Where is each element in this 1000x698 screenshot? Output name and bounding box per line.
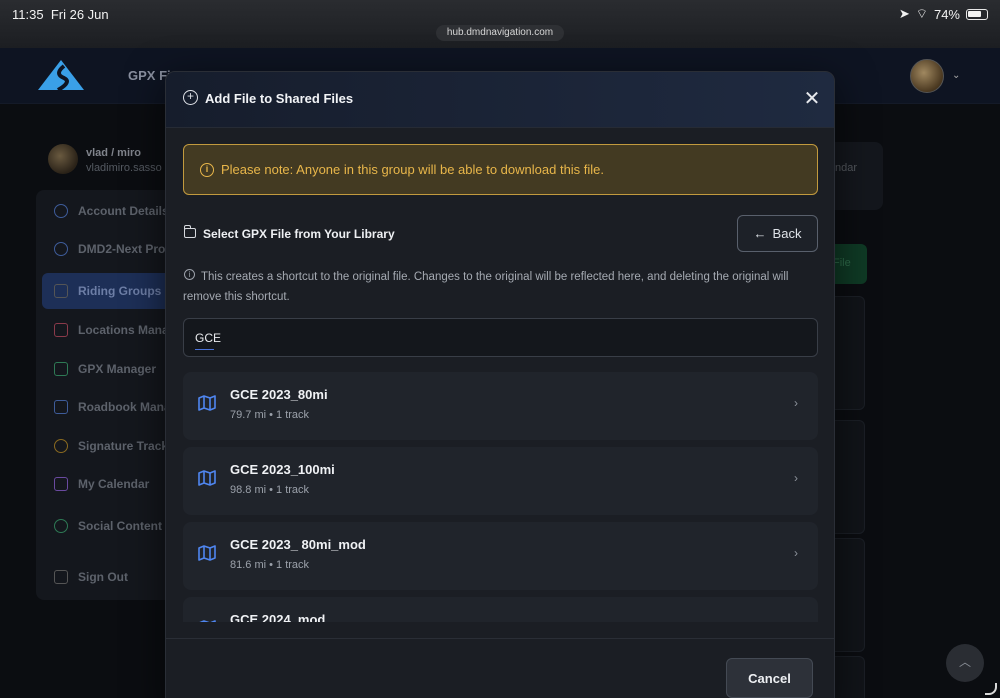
bg-panel bbox=[835, 538, 865, 652]
bg-panel bbox=[835, 296, 865, 410]
wifi-icon: ⌔ bbox=[915, 6, 928, 21]
battery-level: 74% bbox=[933, 6, 960, 22]
sidebar-item-account-details[interactable]: Account Details bbox=[42, 193, 176, 229]
spellcheck-underline bbox=[195, 349, 214, 350]
calendar-icon bbox=[54, 477, 68, 491]
map-icon bbox=[198, 470, 216, 486]
sidebar-item-calendar[interactable]: My Calendar bbox=[42, 466, 176, 502]
user-email: vladimiro.sasso bbox=[86, 162, 162, 174]
medal-icon bbox=[54, 439, 68, 453]
sidebar-item-social-content[interactable]: Social Content bbox=[42, 508, 176, 544]
info-circle-icon: i bbox=[200, 163, 214, 177]
add-file-button-bg: File bbox=[833, 244, 867, 284]
section-title: Select GPX File from Your Library bbox=[203, 227, 395, 241]
chevron-right-icon: › bbox=[794, 621, 798, 622]
avatar[interactable] bbox=[910, 59, 944, 93]
chevron-down-icon[interactable]: ⌄ bbox=[952, 70, 960, 81]
file-name: GCE 2023_ 80mi_mod bbox=[230, 537, 366, 552]
file-meta: 81.6 mi • 1 track bbox=[230, 559, 310, 571]
sidebar-item-roadbook[interactable]: Roadbook Mana bbox=[42, 389, 176, 425]
calendar-card bbox=[835, 142, 883, 210]
status-time: 11:35 Fri 26 Jun bbox=[12, 7, 109, 22]
modal-title: Add File to Shared Files bbox=[205, 91, 354, 106]
folder-icon bbox=[183, 225, 196, 238]
sidebar-item-sign-out[interactable]: Sign Out bbox=[42, 559, 176, 595]
file-list[interactable]: GCE 2023_80mi 79.7 mi • 1 track › GCE 20… bbox=[183, 372, 818, 622]
route-icon bbox=[54, 362, 68, 376]
sidebar-item-locations[interactable]: Locations Manag bbox=[42, 312, 176, 348]
book-icon bbox=[54, 400, 68, 414]
bg-panel bbox=[835, 656, 865, 698]
file-name: GCE 2024_mod bbox=[230, 612, 326, 622]
plus-circle-icon: + bbox=[183, 90, 198, 105]
close-icon[interactable]: ✕ bbox=[800, 88, 824, 112]
sidebar: Account Details DMD2-Next Prof Riding Gr… bbox=[36, 190, 176, 600]
modal-footer: Cancel bbox=[166, 638, 834, 698]
file-meta: 98.8 mi • 1 track bbox=[230, 484, 310, 496]
file-row[interactable]: GCE 2023_ 80mi_mod 81.6 mi • 1 track › bbox=[183, 522, 818, 590]
arrow-left-icon: ← bbox=[753, 226, 767, 241]
warning-note: i Please note: Anyone in this group will… bbox=[183, 144, 818, 195]
gear-icon bbox=[54, 204, 68, 218]
sidebar-item-signature-tracks[interactable]: Signature Tracks bbox=[42, 428, 176, 464]
map-icon bbox=[198, 395, 216, 411]
modal-header: + Add File to Shared Files ✕ bbox=[166, 72, 834, 128]
map-icon bbox=[199, 620, 216, 622]
add-file-modal: + Add File to Shared Files ✕ i Please no… bbox=[165, 71, 835, 698]
file-meta: 79.7 mi • 1 track bbox=[230, 409, 310, 421]
status-bar: 11:35 Fri 26 Jun hub.dmdnavigation.com ➤… bbox=[0, 0, 1000, 48]
file-row[interactable]: GCE 2023_100mi 98.8 mi • 1 track › bbox=[183, 447, 818, 515]
chevron-right-icon: › bbox=[794, 396, 798, 410]
calendar-fragment: ndar bbox=[835, 162, 858, 174]
user-avatar bbox=[48, 144, 78, 174]
address-bar[interactable]: hub.dmdnavigation.com bbox=[436, 25, 564, 41]
sidebar-item-riding-groups[interactable]: Riding Groups bbox=[42, 273, 176, 309]
search-input[interactable] bbox=[183, 318, 818, 357]
user-box: vlad / miro vladimiro.sasso bbox=[36, 138, 176, 188]
file-name: GCE 2023_80mi bbox=[230, 387, 328, 402]
info-text: This creates a shortcut to the original … bbox=[183, 271, 789, 303]
share-icon bbox=[54, 519, 68, 533]
chevron-right-icon: › bbox=[794, 471, 798, 485]
file-name: GCE 2023_100mi bbox=[230, 462, 335, 477]
sidebar-item-dmd2-profile[interactable]: DMD2-Next Prof bbox=[42, 231, 176, 267]
pin-icon bbox=[54, 323, 68, 337]
warning-text: Please note: Anyone in this group will b… bbox=[221, 162, 605, 177]
location-icon: ➤ bbox=[898, 6, 910, 21]
sign-out-icon bbox=[54, 570, 68, 584]
file-row[interactable]: GCE 2023_80mi 79.7 mi • 1 track › bbox=[183, 372, 818, 440]
status-indicators: ➤ ⌔ 74% bbox=[899, 6, 988, 22]
map-icon bbox=[198, 545, 216, 561]
file-row[interactable]: GCE 2024_mod › bbox=[183, 597, 818, 622]
user-circle-icon bbox=[54, 242, 68, 256]
chevron-up-icon: ︿ bbox=[958, 655, 971, 669]
scroll-to-top-button[interactable]: ︿ bbox=[946, 644, 984, 682]
battery-icon bbox=[966, 8, 988, 20]
chevron-right-icon: › bbox=[794, 546, 798, 560]
sidebar-item-gpx-manager[interactable]: GPX Manager bbox=[42, 351, 176, 387]
mountain-road-logo[interactable] bbox=[38, 60, 84, 90]
cancel-button[interactable]: Cancel bbox=[726, 658, 813, 698]
users-icon bbox=[54, 284, 68, 298]
user-name: vlad / miro bbox=[86, 147, 142, 159]
bg-panel bbox=[835, 420, 865, 534]
back-button[interactable]: ← Back bbox=[737, 215, 818, 252]
